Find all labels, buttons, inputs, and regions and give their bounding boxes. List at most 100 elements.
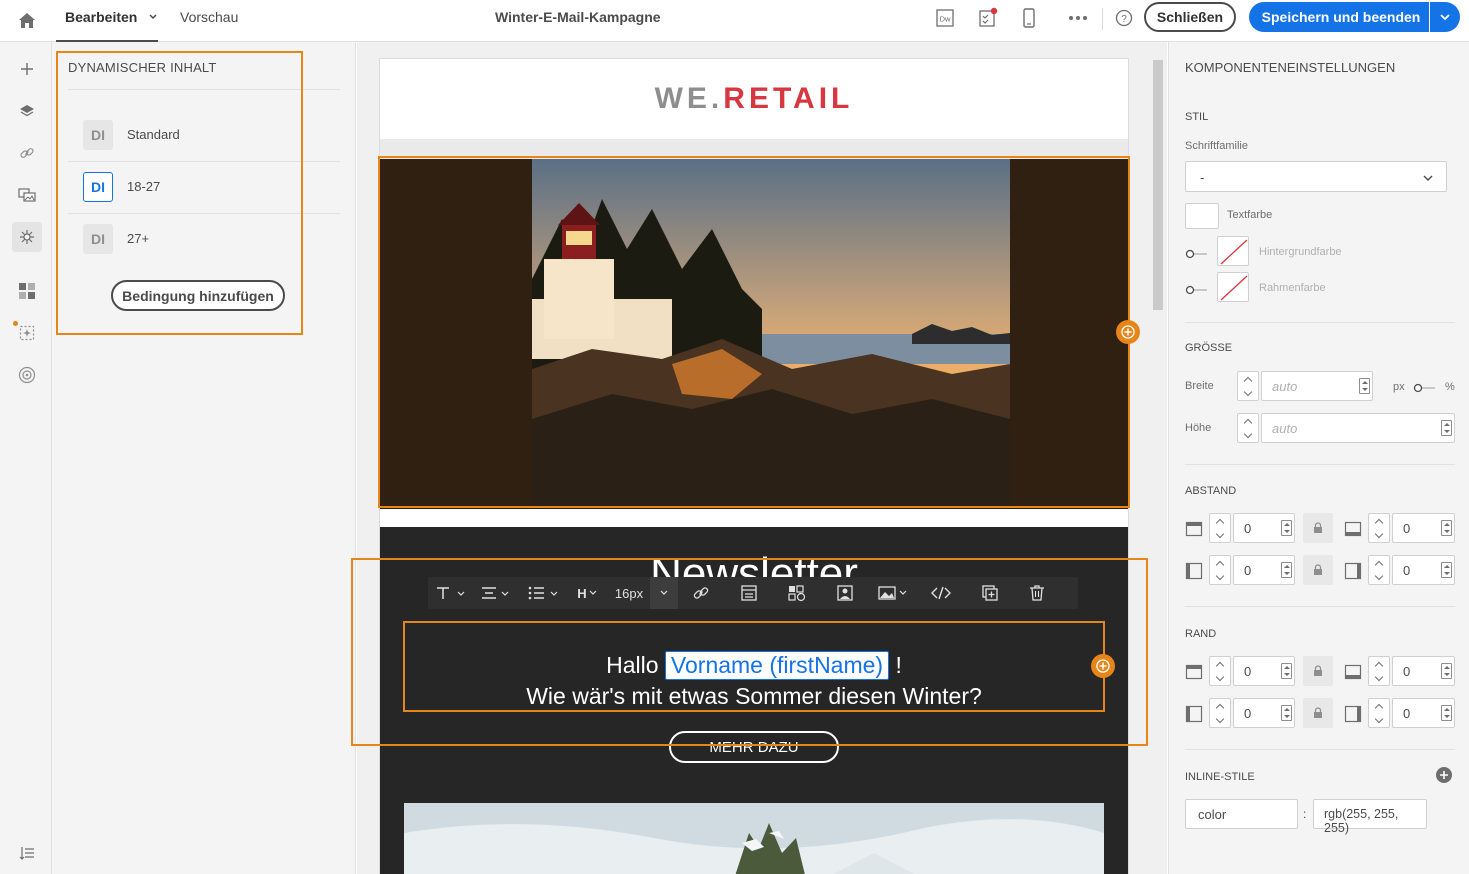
spacing-section-title: ABSTAND: [1185, 485, 1237, 497]
width-input[interactable]: auto: [1261, 371, 1373, 401]
align-icon[interactable]: [474, 577, 520, 609]
border-right-icon: [1344, 705, 1362, 723]
padding-top-input[interactable]: 0: [1233, 513, 1295, 543]
tab-edit-label: Bearbeiten: [65, 9, 138, 25]
border-color-swatch[interactable]: [1217, 272, 1249, 302]
padding-right-value: 0: [1403, 563, 1411, 578]
height-stepper[interactable]: [1237, 413, 1259, 443]
condition-item-18-27[interactable]: DI 18-27: [68, 161, 340, 213]
lock-icon[interactable]: [1303, 698, 1333, 728]
unit-percent-label: %: [1445, 381, 1455, 393]
width-placeholder: auto: [1272, 379, 1298, 394]
greeting-line-1[interactable]: Hallo Vorname (firstName) !: [380, 651, 1128, 680]
lock-icon[interactable]: [1303, 656, 1333, 686]
duplicate-icon[interactable]: [966, 577, 1014, 609]
save-and-close-button[interactable]: Speichern und beenden: [1249, 2, 1429, 32]
more-icon[interactable]: [1066, 6, 1090, 30]
chevron-down-icon: [660, 590, 668, 595]
add-text-handle[interactable]: [1091, 654, 1115, 678]
dynamic-content-block-icon[interactable]: [774, 577, 820, 609]
code-icon[interactable]: [916, 577, 966, 609]
border-bottom-stepper[interactable]: [1368, 656, 1390, 686]
font-family-label: Schriftfamilie: [1185, 140, 1248, 152]
padding-left-stepper[interactable]: [1209, 555, 1231, 585]
padding-top-stepper[interactable]: [1209, 513, 1231, 543]
scrollbar-thumb[interactable]: [1153, 60, 1163, 310]
more-button[interactable]: MEHR DAZU: [669, 731, 839, 763]
font-style-icon[interactable]: [428, 577, 474, 609]
condition-item-27-plus[interactable]: DI 27+: [68, 213, 340, 265]
border-top-stepper[interactable]: [1209, 656, 1231, 686]
font-size-dropdown[interactable]: [650, 577, 678, 609]
unit-toggle[interactable]: [1413, 381, 1437, 393]
border-right-value: 0: [1403, 706, 1411, 721]
checklist-alert-icon[interactable]: [976, 6, 1000, 30]
font-size-value[interactable]: 16px: [608, 577, 650, 609]
canvas-scrollbar[interactable]: [1150, 46, 1166, 874]
font-family-select[interactable]: -: [1185, 161, 1447, 192]
padding-bottom-stepper[interactable]: [1368, 513, 1390, 543]
inline-style-value-input[interactable]: rgb(255, 255, 255): [1313, 799, 1427, 835]
save-options-dropdown[interactable]: [1430, 2, 1460, 32]
border-color-toggle[interactable]: [1185, 283, 1209, 295]
add-condition-button[interactable]: Bedingung hinzufügen: [111, 280, 285, 311]
document-title: Winter-E-Mail-Kampagne: [495, 9, 661, 25]
list-icon[interactable]: [520, 577, 568, 609]
add-inline-style-icon[interactable]: [1435, 766, 1453, 784]
border-top-input[interactable]: 0: [1233, 656, 1295, 686]
personalization-token[interactable]: Vorname (firstName): [664, 651, 890, 680]
chevron-down-icon: [1422, 171, 1434, 186]
size-section-title: GRÖSSE: [1185, 342, 1233, 354]
text-color-swatch[interactable]: [1185, 203, 1219, 229]
divider: [1185, 322, 1455, 323]
heading-dropdown[interactable]: H: [568, 577, 608, 609]
padding-left-input[interactable]: 0: [1233, 555, 1295, 585]
personalization-icon[interactable]: [12, 318, 42, 348]
link-icon[interactable]: [678, 577, 724, 609]
border-left-input[interactable]: 0: [1233, 698, 1295, 728]
add-component-handle[interactable]: [1116, 320, 1140, 344]
lock-icon[interactable]: [1303, 513, 1333, 543]
mobile-preview-icon[interactable]: [1017, 6, 1041, 30]
tab-preview[interactable]: Vorschau: [180, 0, 238, 42]
inline-style-property-input[interactable]: color: [1185, 799, 1298, 829]
inline-style-separator: :: [1303, 807, 1307, 821]
greeting-line-2[interactable]: Wie wär's mit etwas Sommer diesen Winter…: [380, 683, 1128, 710]
delete-icon[interactable]: [1014, 577, 1060, 609]
border-right-input[interactable]: 0: [1392, 698, 1455, 728]
border-bottom-input[interactable]: 0: [1392, 656, 1455, 686]
hero-image-block[interactable]: [380, 159, 1128, 509]
dynamic-content-panel: DYNAMISCHER INHALT DI Standard DI 18-27 …: [52, 42, 356, 874]
lock-icon[interactable]: [1303, 555, 1333, 585]
component-settings-panel: KOMPONENTENEINSTELLUNGEN STIL Schriftfam…: [1168, 42, 1469, 874]
dynamic-content-icon[interactable]: [12, 222, 42, 252]
layers-icon[interactable]: [12, 96, 42, 126]
bg-color-swatch[interactable]: [1217, 236, 1249, 266]
bg-color-toggle[interactable]: [1185, 247, 1209, 259]
padding-right-stepper[interactable]: [1368, 555, 1390, 585]
dreamweaver-icon[interactable]: Dw: [933, 6, 957, 30]
condition-item-standard[interactable]: DI Standard: [68, 109, 340, 161]
target-icon[interactable]: [12, 360, 42, 390]
di-badge-selected: DI: [83, 172, 113, 202]
padding-right-icon: [1344, 562, 1362, 580]
fragments-icon[interactable]: [12, 276, 42, 306]
padding-right-input[interactable]: 0: [1392, 555, 1455, 585]
help-icon[interactable]: ?: [1112, 6, 1136, 30]
width-stepper[interactable]: [1237, 371, 1259, 401]
border-right-stepper[interactable]: [1368, 698, 1390, 728]
tab-edit[interactable]: Bearbeiten: [56, 0, 158, 42]
greeting-suffix: !: [895, 652, 902, 678]
height-input[interactable]: auto: [1261, 413, 1455, 443]
close-button[interactable]: Schließen: [1144, 2, 1236, 32]
images-icon[interactable]: [12, 180, 42, 210]
image-icon[interactable]: [870, 577, 916, 609]
personalize-image-icon[interactable]: [820, 577, 870, 609]
layers-bottom-icon[interactable]: [12, 838, 42, 868]
add-icon[interactable]: [12, 54, 42, 84]
padding-bottom-input[interactable]: 0: [1392, 513, 1455, 543]
block-layout-icon[interactable]: [724, 577, 774, 609]
border-left-stepper[interactable]: [1209, 698, 1231, 728]
link-icon[interactable]: [12, 138, 42, 168]
home-icon[interactable]: [16, 9, 38, 31]
